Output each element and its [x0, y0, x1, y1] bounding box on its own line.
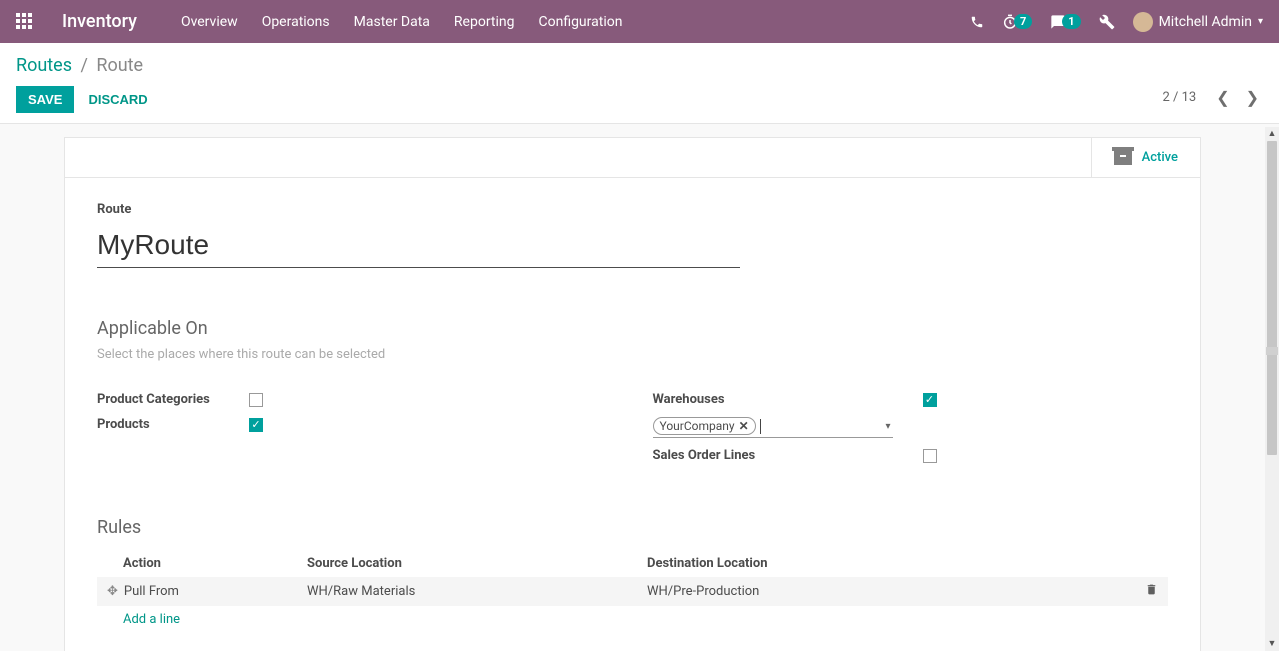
table-row[interactable]: ✥Pull From WH/Raw Materials WH/Pre-Produ…	[97, 577, 1168, 606]
scroll-down-icon[interactable]: ▼	[1265, 637, 1279, 651]
warehouses-checkbox[interactable]: ✓	[923, 393, 937, 407]
rules-title: Rules	[97, 517, 1168, 538]
control-panel: Routes / Route SAVE DISCARD 2 / 13 ❮ ❯	[0, 43, 1279, 124]
top-navbar: Inventory Overview Operations Master Dat…	[0, 0, 1279, 43]
chat-badge: 1	[1062, 14, 1080, 29]
breadcrumb-current: Route	[96, 55, 143, 76]
vertical-scrollbar[interactable]: ▲ ▼	[1265, 127, 1279, 651]
col-dest[interactable]: Destination Location	[637, 550, 1128, 577]
warehouse-tag[interactable]: YourCompany ✕	[653, 417, 756, 435]
nav-operations[interactable]: Operations	[262, 14, 330, 30]
applicable-on-title: Applicable On	[97, 318, 1168, 339]
archive-icon	[1114, 151, 1132, 165]
nav-master-data[interactable]: Master Data	[354, 14, 430, 30]
timer-icon[interactable]: 7	[1002, 14, 1032, 30]
col-source[interactable]: Source Location	[297, 550, 637, 577]
app-name[interactable]: Inventory	[62, 11, 137, 32]
scroll-up-icon[interactable]: ▲	[1265, 127, 1279, 141]
avatar-icon	[1133, 12, 1153, 32]
product-categories-checkbox[interactable]	[249, 393, 263, 407]
sales-order-lines-label: Sales Order Lines	[653, 448, 923, 463]
add-line[interactable]: Add a line	[97, 606, 1168, 633]
nav-reporting[interactable]: Reporting	[454, 14, 515, 30]
scroll-thumb[interactable]	[1267, 141, 1277, 455]
breadcrumb-parent[interactable]: Routes	[16, 55, 72, 76]
col-action[interactable]: Action	[97, 550, 297, 577]
route-name-input[interactable]	[97, 225, 740, 268]
chevron-down-icon[interactable]: ▾	[885, 421, 890, 432]
tag-remove-icon[interactable]: ✕	[739, 419, 749, 433]
drag-handle-icon[interactable]: ✥	[107, 584, 124, 599]
active-stat-button[interactable]: Active	[1091, 138, 1200, 177]
warehouse-tags-input[interactable]: YourCompany ✕ ▾	[653, 417, 893, 438]
timer-badge: 7	[1014, 14, 1032, 29]
pager-prev-icon[interactable]: ❮	[1212, 86, 1233, 109]
nav-overview[interactable]: Overview	[181, 14, 238, 30]
product-categories-label: Product Categories	[97, 392, 249, 407]
save-button[interactable]: SAVE	[16, 86, 74, 113]
applicable-on-hint: Select the places where this route can b…	[97, 347, 1168, 362]
sales-order-lines-checkbox[interactable]	[923, 449, 937, 463]
phone-icon[interactable]	[970, 15, 984, 29]
pager: 2 / 13 ❮ ❯	[1162, 86, 1263, 109]
rules-table: Action Source Location Destination Locat…	[97, 550, 1168, 633]
form-sheet: Active Route Applicable On Select the pl…	[64, 137, 1201, 651]
user-name: Mitchell Admin	[1159, 14, 1252, 30]
discard-button[interactable]: DISCARD	[88, 92, 147, 107]
apps-icon[interactable]	[16, 13, 34, 31]
delete-row-icon[interactable]	[1128, 577, 1168, 606]
pager-next-icon[interactable]: ❯	[1242, 86, 1263, 109]
nav-configuration[interactable]: Configuration	[538, 14, 622, 30]
chevron-down-icon: ▾	[1258, 16, 1263, 27]
main-menu: Overview Operations Master Data Reportin…	[181, 14, 623, 30]
pager-text[interactable]: 2 / 13	[1162, 90, 1196, 105]
debug-icon[interactable]	[1099, 14, 1115, 30]
route-label: Route	[97, 202, 1168, 217]
products-checkbox[interactable]: ✓	[249, 418, 263, 432]
products-label: Products	[97, 417, 249, 432]
warehouses-label: Warehouses	[653, 392, 923, 407]
breadcrumb: Routes / Route	[16, 55, 1263, 76]
chat-icon[interactable]: 1	[1050, 14, 1080, 30]
user-menu[interactable]: Mitchell Admin ▾	[1133, 12, 1263, 32]
systray: 7 1 Mitchell Admin ▾	[970, 12, 1263, 32]
active-label: Active	[1142, 150, 1178, 165]
